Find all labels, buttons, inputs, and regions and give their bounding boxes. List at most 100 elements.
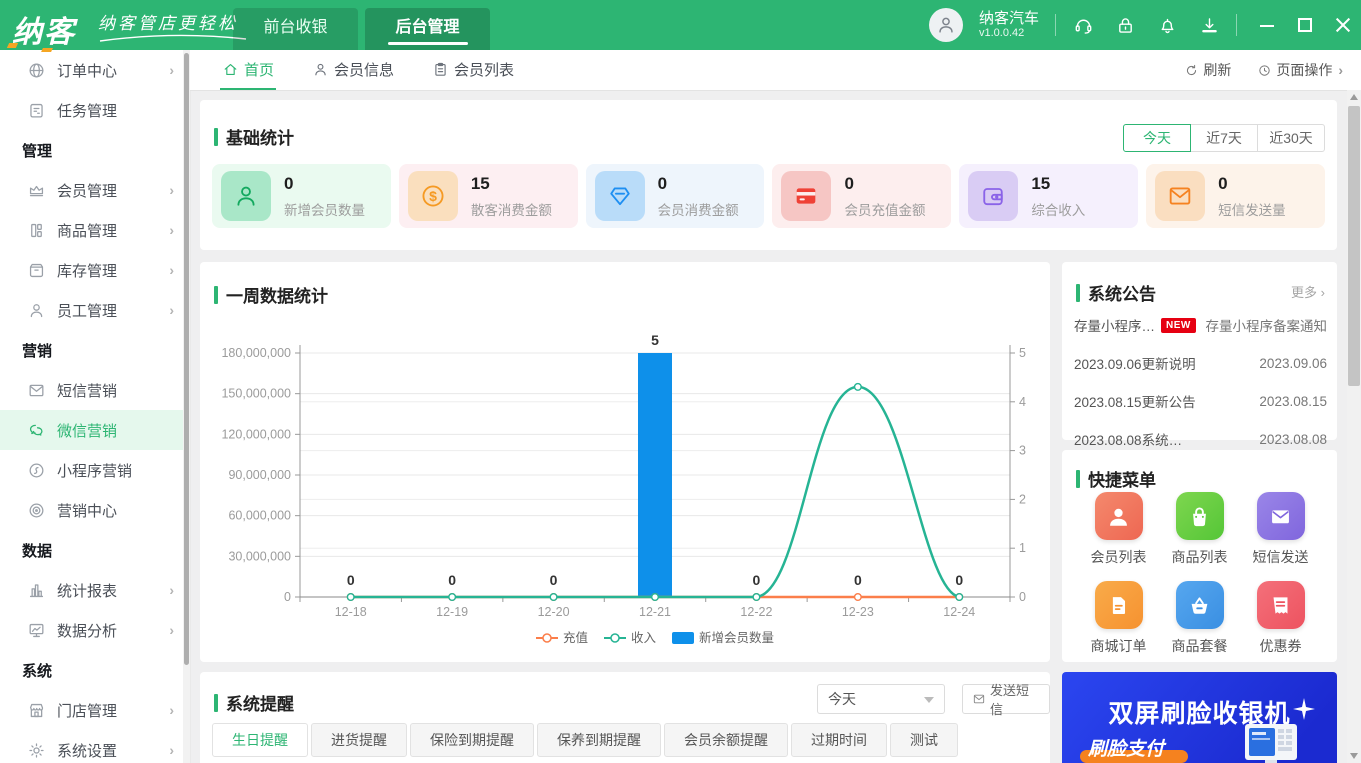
store-icon [27,701,46,720]
quick-item-会员列表[interactable]: 会员列表 [1091,492,1147,567]
weekly-chart: 030,000,00060,000,00090,000,000120,000,0… [200,262,1050,662]
close-icon[interactable] [1335,17,1351,33]
reminder-tabs: 生日提醒进货提醒保险到期提醒保养到期提醒会员余额提醒过期时间测试 [212,723,958,757]
chevron-right-icon: › [169,62,174,78]
quick-item-短信发送[interactable]: 短信发送 [1253,492,1309,567]
bell-icon[interactable] [1156,14,1178,36]
lock-icon[interactable] [1114,14,1136,36]
action-页面操作[interactable]: 页面操作› [1257,60,1343,80]
notice-more-link[interactable]: 更多 › [1291,282,1325,301]
bell-icon [1157,15,1178,36]
notice-row[interactable]: 2023.08.15更新公告2023.08.15 [1074,382,1327,420]
stat-label: 新增会员数量 [284,199,365,219]
header-nav: 前台收银后台管理 [233,8,490,50]
period-button[interactable]: 近7天 [1190,124,1258,152]
legend-new-members[interactable]: 新增会员数量 [672,630,774,645]
download-icon [1199,15,1220,36]
user-icon [312,61,329,78]
main-scrollbar[interactable] [1347,90,1361,763]
svg-text:3: 3 [1019,444,1026,458]
sidebar-item-8[interactable]: 短信营销 [0,370,190,410]
header-nav-tab-1[interactable]: 后台管理 [365,8,490,50]
stat-value: 15 [471,174,490,194]
svg-text:新增会员数量: 新增会员数量 [699,630,774,645]
app-header: 纳客 纳客管店更轻松 前台收银后台管理 纳客汽车 v1.0.0.42 [0,0,1361,50]
reminder-tab-过期时间[interactable]: 过期时间 [791,723,887,757]
svg-text:5: 5 [651,332,659,348]
reminder-tab-测试[interactable]: 测试 [890,723,958,757]
period-button[interactable]: 近30天 [1257,124,1325,152]
chevron-right-icon: › [169,622,174,638]
scroll-down-icon[interactable] [1350,753,1358,759]
wallet-icon [979,182,1007,210]
tab-会员信息[interactable]: 会员信息 [310,50,396,90]
reminder-tab-生日提醒[interactable]: 生日提醒 [212,723,308,757]
period-button[interactable]: 今天 [1123,124,1191,152]
quick-item-商城订单[interactable]: 商城订单 [1091,581,1147,656]
notice-row[interactable]: 2023.09.06更新说明2023.09.06 [1074,344,1327,382]
sidebar-item-9[interactable]: 微信营销 [0,410,190,450]
svg-text:60,000,000: 60,000,000 [228,509,291,523]
sidebar-item-16[interactable]: 门店管理› [0,690,190,730]
sidebar-item-10[interactable]: 小程序营销 [0,450,190,490]
pos-machine-image [1227,722,1323,763]
diamond-icon [606,182,634,210]
reminder-tab-会员余额提醒[interactable]: 会员余额提醒 [664,723,788,757]
sidebar-item-14[interactable]: 数据分析› [0,610,190,650]
avatar[interactable] [929,8,963,42]
svg-text:$: $ [429,188,437,204]
reminder-tab-保养到期提醒[interactable]: 保养到期提醒 [537,723,661,757]
legend-recharge[interactable]: 充值 [536,630,588,645]
ad-banner[interactable]: 双屏刷脸收银机 刷脸支付 [1062,672,1337,763]
quick-menu-grid: 会员列表商品列表短信发送商城订单商品套餐优惠券 [1078,492,1321,656]
sidebar-item-17[interactable]: 系统设置› [0,730,190,763]
action-刷新[interactable]: 刷新 [1184,60,1231,80]
sidebar-section-label: 数据 [0,530,190,570]
miniprogram-icon [27,461,46,480]
tabbar-actions: 刷新 页面操作› [1184,60,1343,80]
sidebar-scrollbar-thumb[interactable] [184,53,189,665]
sidebar-item-5[interactable]: 库存管理› [0,250,190,290]
chevron-right-icon: › [169,222,174,238]
sidebar-item-0[interactable]: 订单中心› [0,50,190,90]
legend-income[interactable]: 收入 [604,631,657,645]
sidebar-item-4[interactable]: 商品管理› [0,210,190,250]
app-logo: 纳客 [12,7,76,51]
svg-text:150,000,000: 150,000,000 [221,387,291,401]
sidebar-item-11[interactable]: 营销中心 [0,490,190,530]
brand-tagline: 纳客管店更轻松 [98,9,248,42]
tab-首页[interactable]: 首页 [220,50,276,90]
sidebar-item-13[interactable]: 统计报表› [0,570,190,610]
q-coupon-icon [1267,592,1294,619]
send-sms-button[interactable]: 发送短信 [962,684,1050,714]
svg-text:180,000,000: 180,000,000 [221,346,291,360]
quick-item-优惠券[interactable]: 优惠券 [1257,581,1305,656]
sidebar-item-1[interactable]: 任务管理 [0,90,190,130]
notice-row[interactable]: 存量小程序…NEW存量小程序备案通知 [1074,306,1327,344]
dollar-icon: $ [419,182,447,210]
new-badge: NEW [1161,318,1196,333]
quick-item-商品列表[interactable]: 商品列表 [1172,492,1228,567]
quick-item-商品套餐[interactable]: 商品套餐 [1172,581,1228,656]
sidebar-scrollbar[interactable] [183,50,190,763]
svg-text:0: 0 [347,572,355,588]
service-icon[interactable] [1072,14,1094,36]
download-icon[interactable] [1198,14,1220,36]
scroll-up-icon[interactable] [1350,94,1358,100]
minimize-icon[interactable] [1259,17,1275,33]
stat-label: 会员消费金额 [658,199,739,219]
sidebar-item-6[interactable]: 员工管理› [0,290,190,330]
reminder-tab-保险到期提醒[interactable]: 保险到期提醒 [410,723,534,757]
member-icon [27,181,46,200]
header-nav-tab-0[interactable]: 前台收银 [233,8,358,50]
period-button-group: 今天近7天近30天 [1123,124,1325,152]
chevron-right-icon: › [169,742,174,758]
sidebar-item-3[interactable]: 会员管理› [0,170,190,210]
reminder-period-select[interactable]: 今天 [817,684,945,714]
maximize-icon[interactable] [1297,17,1313,33]
stat-card: 0新增会员数量 [212,164,391,228]
tab-会员列表[interactable]: 会员列表 [430,50,516,90]
system-reminder-title: 系统提醒 [214,690,294,715]
main-scrollbar-thumb[interactable] [1348,106,1360,386]
reminder-tab-进货提醒[interactable]: 进货提醒 [311,723,407,757]
